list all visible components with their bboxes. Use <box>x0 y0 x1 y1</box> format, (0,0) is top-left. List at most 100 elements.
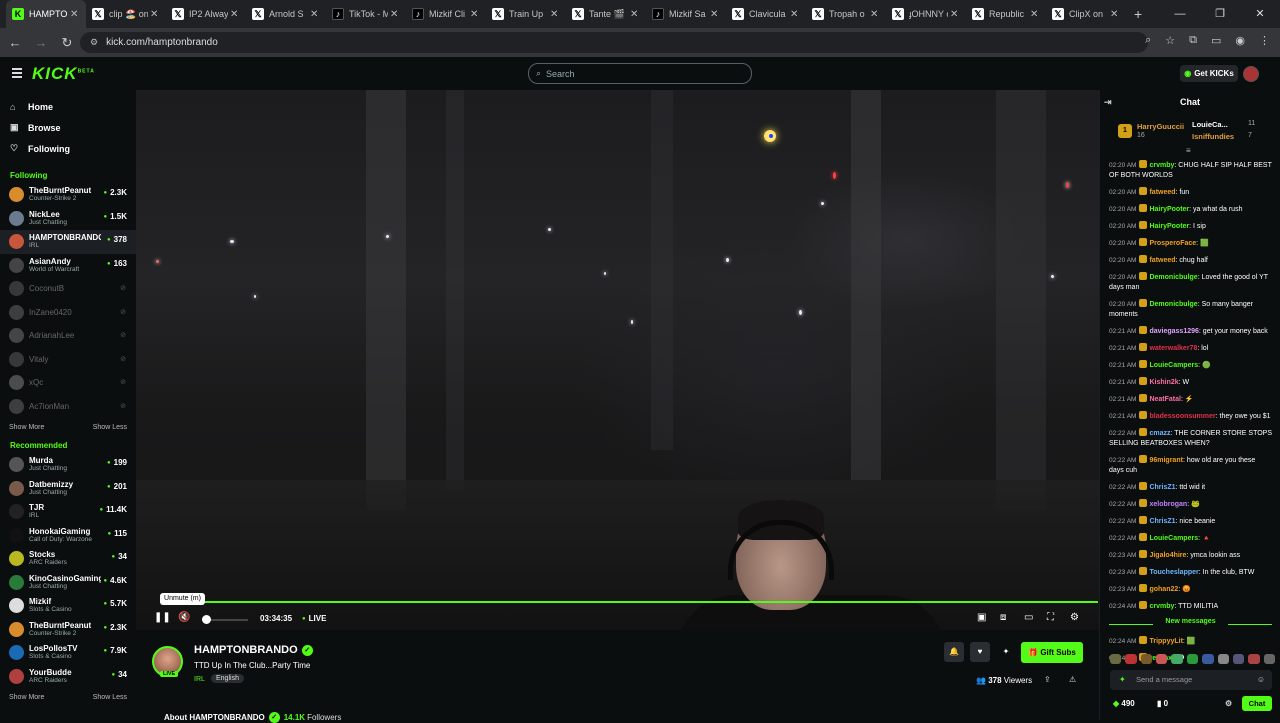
tab-close-icon[interactable]: ✕ <box>550 9 560 20</box>
video-progress-bar[interactable] <box>160 601 1098 603</box>
minimize-icon[interactable]: — <box>1160 0 1200 28</box>
sidebar-channel[interactable]: TheBurntPeanutCounter-Strike 2 2.3K <box>0 618 136 642</box>
chat-username[interactable]: Toucheslapper <box>1149 569 1198 576</box>
new-tab-button[interactable]: + <box>1134 6 1142 22</box>
notification-bell-icon[interactable]: 🔔 <box>944 642 964 662</box>
sidebar-channel[interactable]: MizkifSlots & Casino 5.7K <box>0 594 136 618</box>
sidebar-channel[interactable]: NickLeeJust Chatting 1.5K <box>0 207 136 231</box>
browser-tab[interactable]: 𝕏 Train Up ✕ <box>486 0 566 28</box>
chat-username[interactable]: HairyPooter <box>1149 223 1189 230</box>
chat-username[interactable]: NeatFatal <box>1149 396 1181 403</box>
chat-username[interactable]: LouieCampers <box>1149 535 1198 542</box>
tab-close-icon[interactable]: ✕ <box>230 9 240 20</box>
chat-username[interactable]: TrippyyLit <box>1149 638 1182 645</box>
tab-close-icon[interactable]: ✕ <box>470 9 480 20</box>
sidebar-channel-offline[interactable]: CoconutB ⊘ <box>0 277 136 301</box>
tab-close-icon[interactable]: ✕ <box>710 9 720 20</box>
chat-username[interactable]: ProsperoFace <box>1149 240 1196 247</box>
restore-icon[interactable]: ❐ <box>1200 0 1240 28</box>
video-player[interactable] <box>136 90 1099 630</box>
sidebar-channel[interactable]: YourBuddeARC Raiders 34 <box>0 665 136 689</box>
sidepanel-icon[interactable]: ▭ <box>1211 34 1221 47</box>
report-icon[interactable]: ⚠ <box>1069 675 1076 684</box>
sidebar-channel-offline[interactable]: xQc ⊘ <box>0 371 136 395</box>
live-indicator[interactable]: LIVE <box>302 614 327 623</box>
browser-tab[interactable]: 𝕏 ClipX on ✕ <box>1046 0 1126 28</box>
tab-close-icon[interactable]: ✕ <box>310 9 320 20</box>
category-link[interactable]: IRL <box>194 676 205 683</box>
kicks-balance[interactable]: ▮ 0 <box>1157 699 1168 708</box>
browser-tab[interactable]: 𝕏 Tropah o ✕ <box>806 0 886 28</box>
send-chat-button[interactable]: Chat <box>1242 696 1272 711</box>
sidebar-channel[interactable]: TheBurntPeanutCounter-Strike 2 2.3K <box>0 183 136 207</box>
theater-mode-icon[interactable]: ▭ <box>1024 612 1033 623</box>
sidebar-channel[interactable]: HonokaiGamingCall of Duty: Warzone 115 <box>0 524 136 548</box>
browser-tab[interactable]: ♪ Mizkif Sa ✕ <box>646 0 726 28</box>
browser-tab[interactable]: 𝕏 Clavicula ✕ <box>726 0 806 28</box>
chat-username[interactable]: waterwalker78 <box>1149 345 1197 352</box>
chat-username[interactable]: 96migrant <box>1149 457 1182 464</box>
chat-username[interactable]: Demonicbulge <box>1149 301 1197 308</box>
kick-logo[interactable]: KICKBETA <box>32 64 95 84</box>
chat-username[interactable]: fatweed <box>1149 257 1175 264</box>
sidebar-channel[interactable]: TJRIRL 11.4K <box>0 500 136 524</box>
sidebar-channel-offline[interactable]: Vitaly ⊘ <box>0 348 136 372</box>
tab-close-icon[interactable]: ✕ <box>870 9 880 20</box>
chat-username[interactable]: cmazz <box>1149 430 1170 437</box>
pinned-expand-icon[interactable]: ≡ <box>1186 146 1191 155</box>
site-info-icon[interactable]: ⚙ <box>90 37 98 48</box>
show-more-recommended[interactable]: Show More <box>9 694 44 701</box>
sidebar-channel-offline[interactable]: AdrianahLee ⊘ <box>0 324 136 348</box>
close-window-icon[interactable]: ✕ <box>1240 0 1280 28</box>
sidebar-channel-offline[interactable]: Ac7ionMan ⊘ <box>0 395 136 419</box>
sidebar-channel[interactable]: DatbemizzyJust Chatting 201 <box>0 477 136 501</box>
profile-icon[interactable]: ◉ <box>1235 34 1245 47</box>
follow-heart-icon[interactable]: ♥ <box>970 642 990 662</box>
sidebar-channel[interactable]: MurdaJust Chatting 199 <box>0 453 136 477</box>
show-more-following[interactable]: Show More <box>9 424 44 431</box>
search-input[interactable]: ⌕ Search <box>528 63 752 84</box>
volume-knob[interactable] <box>202 615 211 624</box>
tab-close-icon[interactable]: ✕ <box>950 9 960 20</box>
sparkle-icon[interactable]: ✦ <box>1119 670 1126 690</box>
emote-quickbar[interactable] <box>1110 654 1275 666</box>
browser-tab[interactable]: 𝕏ɟOHNNY o ✕ <box>886 0 966 28</box>
fullscreen-icon[interactable]: ⛶ <box>1047 612 1054 623</box>
tab-close-icon[interactable]: ✕ <box>1110 9 1120 20</box>
collapse-chat-icon[interactable]: ⇥ <box>1104 90 1112 114</box>
emoji-picker-icon[interactable]: ☺ <box>1257 670 1265 690</box>
clip-icon[interactable]: ▣ <box>977 612 986 623</box>
zoom-icon[interactable]: ⌕ <box>1145 34 1151 47</box>
new-messages-divider[interactable]: New messages <box>1109 618 1272 630</box>
menu-icon[interactable] <box>12 68 22 78</box>
chat-username[interactable]: ChrisZ1 <box>1149 518 1175 525</box>
get-kicks-button[interactable]: ◉ Get KICKs <box>1180 65 1238 82</box>
show-less-recommended[interactable]: Show Less <box>93 694 127 701</box>
browser-tab[interactable]: 𝕏 Arnold S ✕ <box>246 0 326 28</box>
tab-close-icon[interactable]: ✕ <box>390 9 400 20</box>
chat-input[interactable]: ✦ Send a message ☺ <box>1110 670 1272 690</box>
browser-tab[interactable]: 𝕏clip 🏖️ on X✕ <box>86 0 166 28</box>
chat-username[interactable]: gohan22 <box>1149 586 1178 593</box>
settings-gear-icon[interactable]: ⚙ <box>1070 612 1079 623</box>
chat-username[interactable]: LouieCampers <box>1149 362 1198 369</box>
muted-volume-icon[interactable]: 🔇 <box>178 612 190 623</box>
chat-username[interactable]: crvmby <box>1149 603 1174 610</box>
tab-close-icon[interactable]: ✕ <box>1030 9 1040 20</box>
nav-browse[interactable]: ▣ Browse <box>0 117 136 138</box>
browser-tab[interactable]: K HAMPTONBRANDO✕ <box>6 0 86 28</box>
show-less-following[interactable]: Show Less <box>93 424 127 431</box>
streamer-name[interactable]: HAMPTONBRANDO <box>194 644 298 656</box>
chat-username[interactable]: crvmby <box>1149 162 1174 169</box>
gift-leaderboard[interactable]: 1 HarryGuuccii 16 LouieCa... 11 Isniffun… <box>1100 116 1280 144</box>
sidebar-channel[interactable]: StocksARC Raiders 34 <box>0 547 136 571</box>
sidebar-channel-offline[interactable]: InZane0420 ⊘ <box>0 301 136 325</box>
browser-tab[interactable]: ♪ Mizkif Cli ✕ <box>406 0 486 28</box>
chat-username[interactable]: ChrisZ1 <box>1149 484 1175 491</box>
chat-username[interactable]: Demonicbulge <box>1149 274 1197 281</box>
reload-icon[interactable]: ↻ <box>56 35 78 51</box>
sidebar-channel[interactable]: LosPollosTVSlots & Casino 7.9K <box>0 641 136 665</box>
gift-subs-button[interactable]: 🎁 Gift Subs <box>1021 642 1083 663</box>
share-icon[interactable]: ⇪ <box>1044 675 1051 684</box>
chat-username[interactable]: HairyPooter <box>1149 206 1189 213</box>
